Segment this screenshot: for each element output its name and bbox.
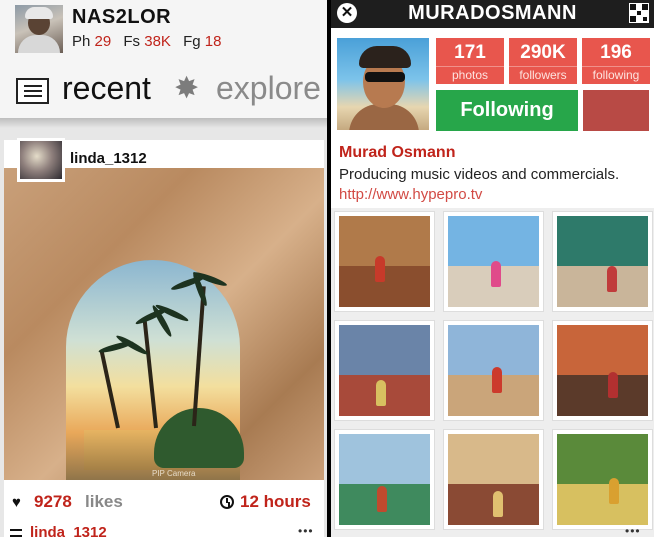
comment-row[interactable]: linda_1312 (10, 524, 107, 537)
grid-photo[interactable] (335, 321, 434, 420)
stat-photos-value: 171 (454, 42, 486, 63)
grid-photo[interactable] (553, 430, 652, 529)
grid-photo[interactable] (553, 212, 652, 311)
heart-icon[interactable]: ♥ (12, 494, 21, 511)
grid-photo[interactable] (444, 430, 543, 529)
stat-ph-key: Ph (72, 33, 91, 50)
stat-followers-value: 290K (520, 42, 566, 63)
post-author-avatar[interactable] (17, 138, 65, 182)
grid-photo[interactable] (444, 321, 543, 420)
stat-fg-key: Fg (183, 33, 201, 50)
post-author-name[interactable]: linda_1312 (70, 150, 147, 167)
following-button[interactable]: Following (436, 90, 578, 131)
secondary-action-button[interactable] (583, 90, 649, 131)
stat-photos[interactable]: 171 photos (436, 38, 504, 84)
photo-watermark: PIP Camera (152, 469, 196, 478)
stat-following[interactable]: 196 following (582, 38, 650, 84)
comment-icon (10, 529, 22, 537)
stat-ph-value: 29 (94, 33, 112, 50)
tab-explore[interactable]: explore (216, 70, 321, 107)
profile-avatar[interactable] (337, 38, 429, 130)
user-stats: Ph 29 Fs 38K Fg 18 (72, 33, 221, 50)
grid-photo[interactable] (335, 430, 434, 529)
app-bar-more-left[interactable]: ••• (298, 524, 314, 537)
stat-following-label: following (582, 66, 650, 82)
profile-bio: Producing music videos and commercials. (339, 166, 620, 183)
grid-photo[interactable] (444, 212, 543, 311)
username[interactable]: NAS2LOR (72, 6, 171, 29)
post-time: 12 hours (240, 492, 311, 511)
grid-photo[interactable] (553, 321, 652, 420)
burst-icon[interactable]: ✸ (174, 74, 199, 104)
stat-fg-value: 18 (204, 33, 222, 50)
likes-label: likes (85, 492, 123, 511)
post-meta: ♥ 9278 likes 12 hours (10, 492, 320, 514)
app-bar-more-right[interactable]: ••• (625, 524, 641, 537)
profile-full-name: Murad Osmann (339, 144, 456, 161)
header-shadow (0, 118, 327, 128)
profile-header: NAS2LOR Ph 29 Fs 38K Fg 18 recent ✸ expl… (0, 0, 327, 118)
stat-photos-label: photos (436, 66, 504, 82)
comment-author: linda_1312 (30, 524, 107, 537)
profile-summary: 171 photos 290K followers 196 following … (331, 28, 654, 208)
profile-website-link[interactable]: http://www.hypepro.tv (339, 186, 482, 203)
right-pane: ✕ MURADOSMANN 171 photos 290K followers … (331, 0, 654, 537)
profile-title: MURADOSMANN (408, 2, 577, 24)
user-avatar[interactable] (15, 5, 63, 53)
newspaper-icon[interactable] (16, 78, 49, 104)
post-card: PIP Camera linda_1312 ♥ 9278 likes 12 ho… (4, 138, 324, 537)
post-photo[interactable]: PIP Camera (4, 168, 324, 480)
left-pane: NAS2LOR Ph 29 Fs 38K Fg 18 recent ✸ expl… (0, 0, 327, 537)
qr-code-icon[interactable] (629, 3, 649, 23)
stat-followers[interactable]: 290K followers (509, 38, 577, 84)
tab-recent[interactable]: recent (62, 70, 151, 107)
stat-followers-label: followers (509, 66, 577, 82)
profile-titlebar: ✕ MURADOSMANN (331, 0, 654, 28)
stat-following-value: 196 (600, 42, 632, 63)
stat-fs-value: 38K (144, 33, 171, 50)
clock-icon (220, 495, 234, 509)
likes-count[interactable]: 9278 (34, 492, 72, 512)
grid-photo[interactable] (335, 212, 434, 311)
stat-fs-key: Fs (123, 33, 141, 50)
